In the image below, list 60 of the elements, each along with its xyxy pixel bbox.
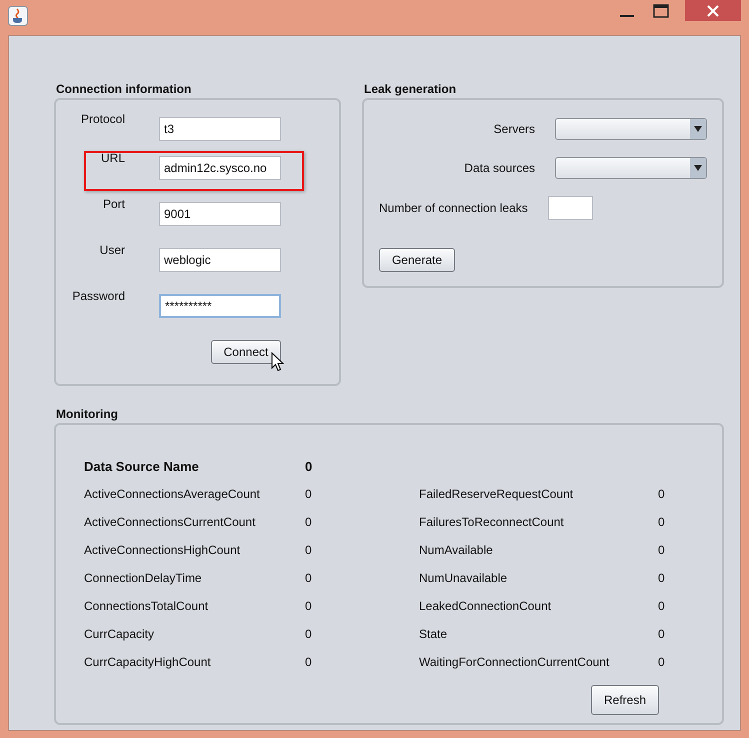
metric-value: 0 [658,515,665,529]
input-field[interactable]: weblogic [159,248,281,272]
header-value: 0 [305,458,314,474]
group-title: Monitoring [55,407,119,422]
field-label: Protocol [80,112,125,126]
input-field[interactable] [548,196,593,220]
field-label: User [98,243,125,257]
field-label: Servers [494,122,535,136]
caret-icon [690,119,706,139]
metric-value: 0 [305,515,313,529]
metric-name: FailuresToReconnectCount [419,515,565,529]
maximize-icon [653,4,669,18]
metric-name: FailedReserveRequestCount [419,487,574,501]
mouse-cursor-icon [271,352,284,372]
column-header: Data Source Name [84,458,200,474]
metric-value: 0 [658,599,665,613]
metric-name: ActiveConnectionsAverageCount [84,487,261,501]
minimize-icon [620,14,634,16]
metric-name: ActiveConnectionsHighCount [84,543,242,557]
caret-icon [690,158,706,178]
metric-name: ActiveConnectionsCurrentCount [84,515,256,529]
input-field[interactable]: admin12c.sysco.no [159,156,281,180]
metric-name: NumUnavailable [419,571,508,585]
metric-name: ConnectionDelayTime [84,571,203,585]
group-title: Connection information [55,82,192,97]
close-icon [707,4,719,16]
metric-value: 0 [305,571,313,585]
metric-value: 0 [658,543,665,557]
group-title: Leak generation [363,82,458,97]
connect-button[interactable]: Connect [211,340,281,364]
metric-name: LeakedConnectionCount [419,599,552,613]
field-label: Number of connection leaks [379,201,528,215]
metric-value: 0 [305,487,313,501]
metric-name: ConnectionsTotalCount [84,599,210,613]
metric-value: 0 [305,543,313,557]
metric-value: 0 [658,571,665,585]
metric-value: 0 [305,599,313,613]
metric-name: CurrCapacity [84,627,156,641]
close-button[interactable] [685,0,741,21]
metric-value: 0 [658,655,665,669]
field-label: Port [102,197,125,211]
metric-name: State [419,627,448,641]
field-label: URL [100,151,125,165]
input-field[interactable]: t3 [159,117,281,141]
refresh-button[interactable]: Refresh [591,685,659,715]
generate-button[interactable]: Generate [379,248,455,272]
metric-value: 0 [305,655,313,669]
data-sources-dropdown[interactable] [555,157,707,179]
metric-name: NumAvailable [419,543,494,557]
metric-name: WaitingForConnectionCurrentCount [419,655,610,669]
field-label: Password [71,289,125,303]
metric-name: CurrCapacityHighCount [84,655,212,669]
metric-value: 0 [305,627,313,641]
input-field[interactable]: ********** [159,294,281,318]
input-field[interactable]: 9001 [159,202,281,226]
servers-dropdown[interactable] [555,118,707,140]
metric-value: 0 [658,487,665,501]
coffee-cup-icon [8,6,28,26]
metric-value: 0 [658,627,665,641]
field-label: Data sources [464,161,535,175]
